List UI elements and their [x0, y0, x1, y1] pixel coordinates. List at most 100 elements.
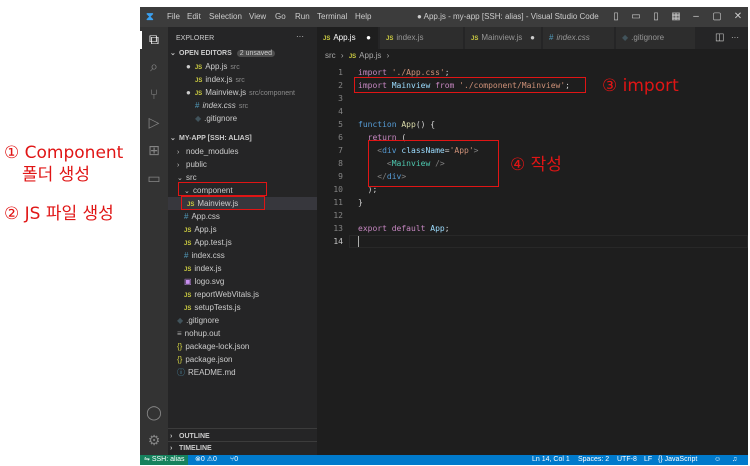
menu-go[interactable]: Go [275, 7, 286, 27]
files-icon[interactable]: ⧉ [144, 30, 164, 50]
feedback-icon[interactable]: ☺ [714, 455, 721, 465]
vscode-window: ⧗ File Edit Selection View Go Run Termin… [140, 7, 748, 465]
minimize-icon[interactable]: – [685, 7, 707, 27]
title-bar: ⧗ File Edit Selection View Go Run Termin… [140, 7, 748, 27]
chevron-right-icon: › [386, 51, 390, 60]
language-mode[interactable]: {} JavaScript [658, 455, 697, 465]
tree-item-setuptests[interactable]: JS setupTests.js [168, 301, 317, 314]
open-editor-item[interactable]: JS index.js src [168, 73, 317, 86]
search-icon[interactable]: ⌕ [144, 57, 164, 77]
ports-indicator[interactable]: ⑂0 [230, 455, 238, 465]
vscode-logo-icon: ⧗ [146, 11, 154, 23]
project-title: MY-APP [SSH: ALIAS] [179, 135, 252, 142]
line-number: 4 [338, 107, 343, 116]
indentation[interactable]: Spaces: 2 [578, 455, 609, 465]
toggle-panel-icon[interactable]: ▭ [625, 7, 647, 27]
line-number: 12 [333, 211, 343, 220]
menu-selection[interactable]: Selection [209, 7, 242, 27]
tree-item-reportwebvitals[interactable]: JS reportWebVitals.js [168, 288, 317, 301]
open-editor-item[interactable]: ◆ .gitignore [168, 112, 317, 125]
breadcrumb-file[interactable]: App.js [359, 51, 381, 60]
breadcrumb-src[interactable]: src [325, 51, 336, 60]
line-number: 13 [333, 224, 343, 233]
customize-layout-icon[interactable]: ▦ [665, 7, 687, 27]
tab-gitignore[interactable]: ◆ .gitignore [616, 27, 696, 49]
menu-file[interactable]: File [167, 7, 180, 27]
more-actions-icon[interactable]: ··· [731, 27, 739, 49]
code-editor[interactable]: 1 2 3 4 5 6 7 8 9 10 11 12 13 14 import … [317, 63, 748, 455]
extensions-icon[interactable]: ⊞ [144, 141, 164, 161]
menu-help[interactable]: Help [355, 7, 371, 27]
js-file-icon: JS [323, 36, 331, 42]
notifications-icon[interactable]: ♫ [732, 455, 737, 465]
chevron-down-icon: ⌄ [170, 50, 176, 57]
tree-item-app-test-js[interactable]: JS App.test.js [168, 236, 317, 249]
js-file-icon: JS [194, 65, 203, 71]
editor-tabs: JS App.js ● JS index.js JS Mainview.js ● # i… [317, 27, 748, 49]
toggle-secondary-sidebar-icon[interactable]: ▯ [645, 7, 667, 27]
tree-item-node-modules[interactable]: › node_modules [168, 145, 317, 158]
tree-item-package-lock[interactable]: {} package-lock.json [168, 340, 317, 353]
cursor-position[interactable]: Ln 14, Col 1 [532, 455, 570, 465]
toggle-sidebar-icon[interactable]: ▯ [605, 7, 627, 27]
tree-item-nohup[interactable]: ≡ nohup.out [168, 327, 317, 340]
remote-icon: ⇋ [144, 456, 152, 463]
js-file-icon: JS [194, 91, 203, 97]
active-indicator [140, 31, 142, 49]
open-editor-item[interactable]: ● JS Mainview.js src/component [168, 86, 317, 99]
menu-edit[interactable]: Edit [187, 7, 201, 27]
tree-item-app-js[interactable]: JS App.js [168, 223, 317, 236]
tree-item-index-js[interactable]: JS index.js [168, 262, 317, 275]
more-actions-icon[interactable]: ··· [296, 32, 304, 41]
js-file-icon: JS [348, 54, 357, 60]
tree-item-readme[interactable]: ⓘ README.md [168, 366, 317, 379]
tab-index-css[interactable]: # index.css [543, 27, 615, 49]
tree-item-package-json[interactable]: {} package.json [168, 353, 317, 366]
activity-bar: ⧉ ⌕ ⑂ ▷ ⊞ ▭ ◯ ⚙ [140, 27, 168, 455]
tab-mainview-js[interactable]: JS Mainview.js ● [465, 27, 542, 49]
line-number: 14 [333, 237, 343, 246]
tree-item-logo-svg[interactable]: ▣ logo.svg [168, 275, 317, 288]
menu-terminal[interactable]: Terminal [317, 7, 347, 27]
code-line-4: function App() { [358, 120, 436, 129]
settings-icon[interactable]: ⚙ [144, 431, 164, 451]
menu-view[interactable]: View [249, 7, 266, 27]
source-control-icon[interactable]: ⑂ [144, 85, 164, 105]
json-file-icon: {} [177, 342, 183, 351]
open-editor-item[interactable]: ● JS App.js src [168, 60, 317, 73]
tab-index-js[interactable]: JS index.js [380, 27, 464, 49]
highlight-import-line [354, 77, 586, 93]
project-section[interactable]: ⌄ MY-APP [SSH: ALIAS] [168, 132, 317, 145]
restore-icon[interactable]: ▢ [706, 7, 728, 27]
line-number: 7 [338, 146, 343, 155]
split-editor-icon[interactable]: ◫ [715, 27, 724, 49]
tree-item-gitignore[interactable]: ◆ .gitignore [168, 314, 317, 327]
modified-dot-icon[interactable]: ● [366, 27, 371, 49]
problems-indicator[interactable]: ⊗0 ⚠0 [195, 455, 217, 465]
encoding[interactable]: UTF-8 [617, 455, 637, 465]
tree-item-index-css[interactable]: # index.css [168, 249, 317, 262]
close-icon[interactable]: ✕ [727, 7, 748, 27]
code-line-12: export default App; [358, 224, 450, 233]
remote-explorer-icon[interactable]: ▭ [144, 169, 164, 189]
open-editor-item[interactable]: # index.css src [168, 99, 317, 112]
remote-indicator[interactable]: ⇋ SSH: alias [140, 455, 188, 465]
divider [168, 428, 317, 429]
menu-run[interactable]: Run [295, 7, 310, 27]
json-file-icon: {} [177, 355, 183, 364]
status-bar: ⇋ SSH: alias ⊗0 ⚠0 ⑂0 Ln 14, Col 1 Space… [140, 455, 748, 465]
js-file-icon: JS [184, 228, 192, 234]
modified-dot-icon[interactable]: ● [530, 27, 535, 49]
timeline-section[interactable]: › TIMELINE [168, 442, 317, 455]
run-debug-icon[interactable]: ▷ [144, 113, 164, 133]
open-editors-section[interactable]: ⌄ OPEN EDITORS 2 unsaved [168, 47, 317, 60]
tree-item-public[interactable]: › public [168, 158, 317, 171]
account-icon[interactable]: ◯ [144, 403, 164, 423]
css-file-icon: # [195, 101, 200, 110]
end-of-line[interactable]: LF [644, 455, 652, 465]
line-number: 2 [338, 81, 343, 90]
breadcrumb: src › JS App.js › [317, 49, 748, 63]
tab-app-js[interactable]: JS App.js ● [317, 27, 379, 49]
tree-item-app-css[interactable]: # App.css [168, 210, 317, 223]
js-file-icon: JS [386, 36, 394, 42]
